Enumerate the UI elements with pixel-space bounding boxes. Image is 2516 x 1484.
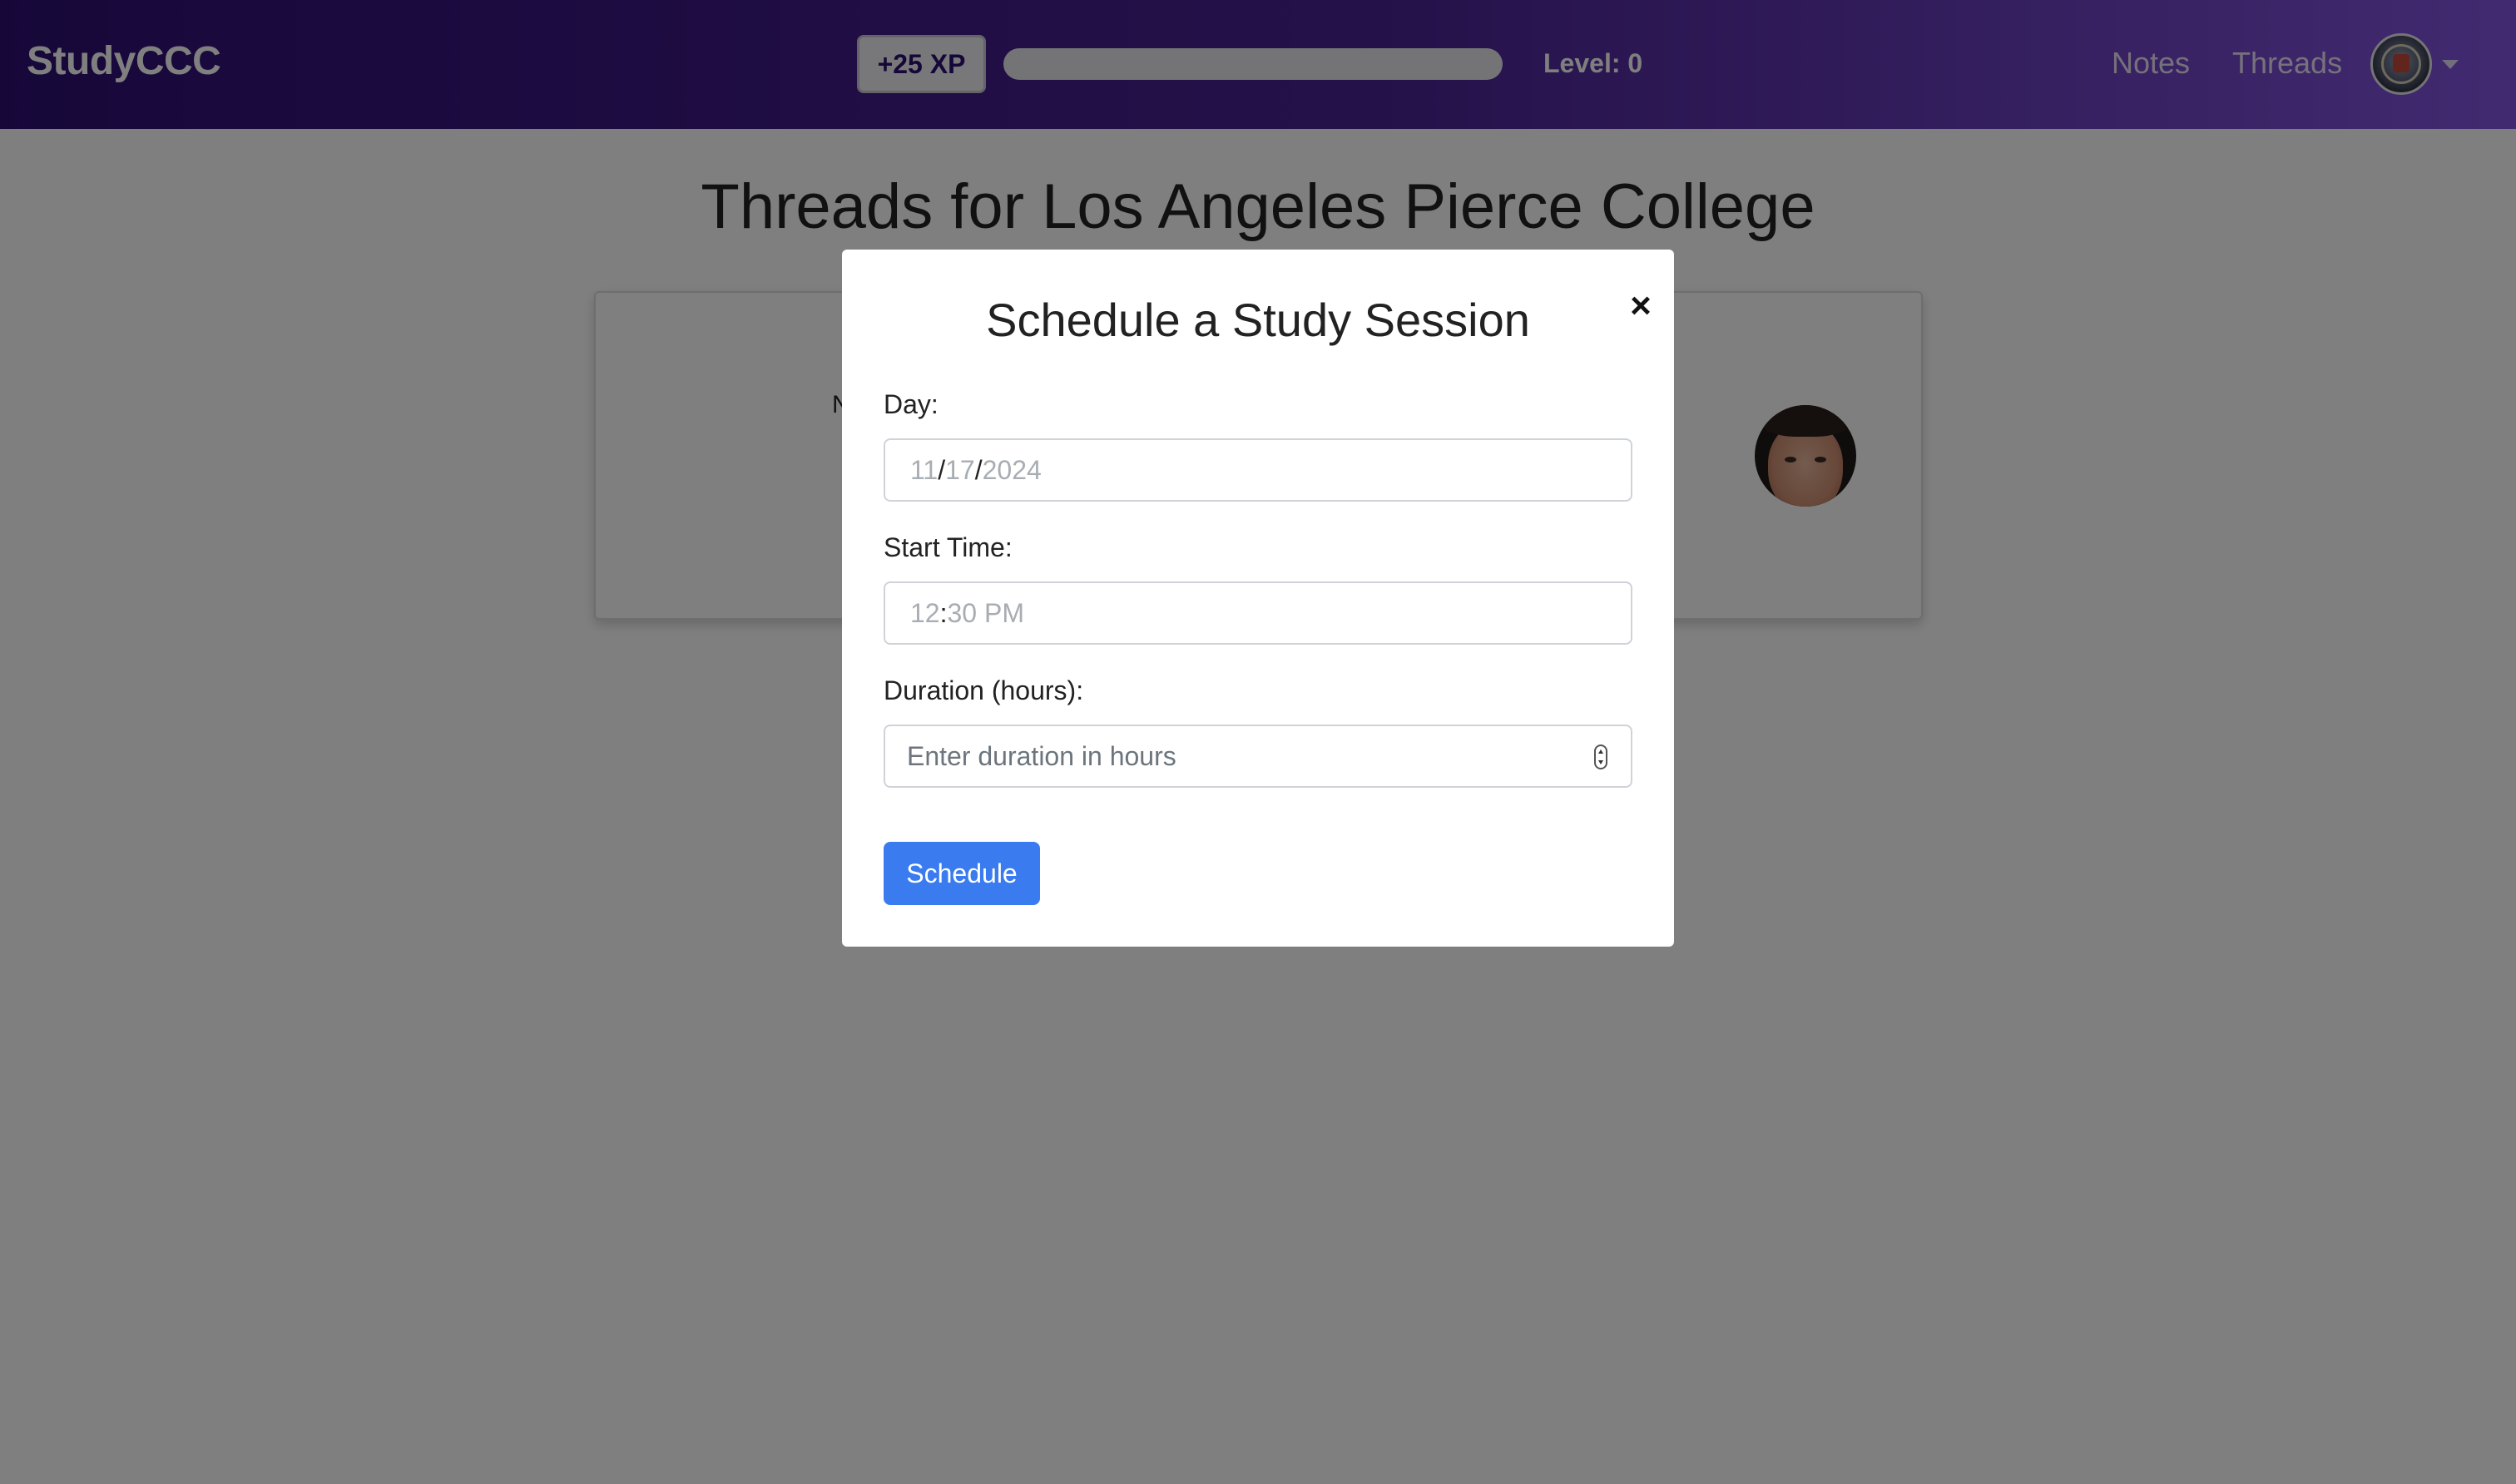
date-day-segment[interactable]: 17 [945, 455, 975, 486]
date-separator: / [974, 454, 983, 485]
number-spinner-icon[interactable] [1594, 744, 1607, 769]
time-separator: : [939, 597, 948, 628]
date-year-segment[interactable]: 2024 [983, 455, 1042, 486]
modal-title: Schedule a Study Session [986, 294, 1530, 346]
start-time-label: Start Time: [884, 532, 1013, 562]
time-hour-segment[interactable]: 12 [910, 598, 940, 629]
time-ampm-segment[interactable]: PM [984, 598, 1024, 629]
duration-label: Duration (hours): [884, 675, 1084, 705]
date-separator: / [938, 454, 946, 485]
schedule-session-modal: Schedule a Study Session × Day: 11/17/20… [842, 250, 1674, 947]
close-icon[interactable]: × [1619, 284, 1662, 328]
start-time-input[interactable]: 12:30 PM [884, 581, 1632, 645]
time-minute-segment[interactable]: 30 [947, 598, 977, 629]
day-date-input[interactable]: 11/17/2024 [884, 438, 1632, 502]
schedule-button[interactable]: Schedule [884, 842, 1040, 905]
duration-placeholder: Enter duration in hours [907, 740, 1176, 771]
duration-input[interactable]: Enter duration in hours [884, 725, 1632, 788]
date-month-segment[interactable]: 11 [910, 455, 938, 486]
day-label: Day: [884, 389, 939, 419]
